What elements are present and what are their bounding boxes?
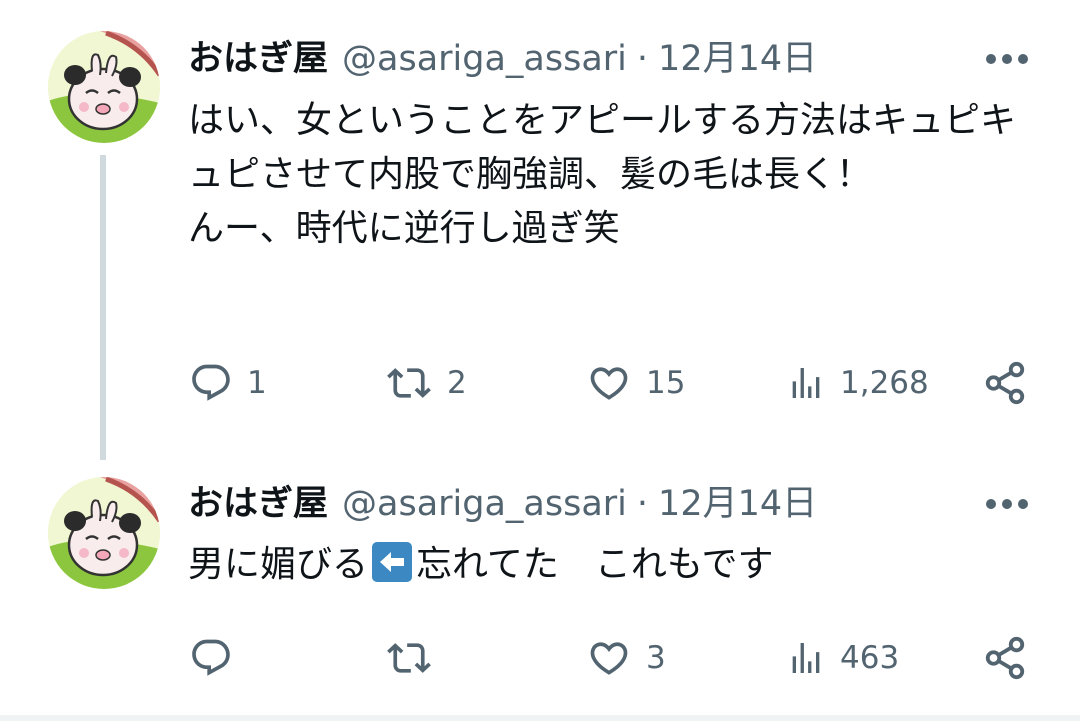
retweet-button[interactable]: 2 (385, 353, 467, 413)
avatar[interactable] (48, 477, 160, 589)
tweet-text: 男に媚びる 忘れてた これもです (188, 538, 1048, 592)
avatar[interactable] (48, 31, 160, 143)
tweet-text: はい、女ということをアピールする方法はキュピキュピさせて内股で胸強調、髪の毛は長… (188, 100, 1017, 249)
reply-button[interactable] (189, 628, 247, 688)
tweet-text-after: 忘れてた これもです (416, 544, 774, 585)
retweet-button[interactable] (385, 628, 447, 688)
like-count: 3 (646, 640, 666, 676)
action-bar: 3 463 (0, 628, 1080, 688)
like-icon (590, 367, 628, 400)
tweet[interactable]: おはぎ屋 @asariga_assari · 12月14日 はい、女ということを… (0, 0, 1080, 460)
like-button[interactable]: 3 (586, 628, 666, 688)
share-icon (985, 636, 1025, 680)
user-handle[interactable]: @asariga_assari (342, 479, 627, 529)
retweet-count: 2 (447, 365, 467, 401)
view-count: 1,268 (840, 365, 929, 401)
retweet-icon (387, 643, 431, 673)
views-button[interactable]: 1,268 (786, 353, 929, 413)
tweet[interactable]: おはぎ屋 @asariga_assari · 12月14日 男に媚びる 忘れてた … (0, 460, 1080, 715)
tweet-date[interactable]: 12月14日 (658, 34, 817, 84)
like-button[interactable]: 15 (586, 353, 685, 413)
share-icon (985, 361, 1025, 405)
like-count: 15 (646, 365, 686, 401)
views-button[interactable]: 463 (786, 628, 899, 688)
reply-button[interactable]: 1 (189, 353, 267, 413)
retweet-icon (387, 368, 431, 398)
user-handle[interactable]: @asariga_assari (342, 34, 627, 84)
share-button[interactable] (982, 353, 1028, 413)
display-name[interactable]: おはぎ屋 (188, 34, 328, 84)
left-arrow-emoji-icon (372, 542, 413, 582)
bottom-divider (0, 715, 1080, 721)
more-icon[interactable] (982, 479, 1032, 529)
more-icon[interactable] (982, 34, 1032, 84)
view-count: 463 (840, 640, 900, 676)
thread-line (100, 155, 106, 460)
separator-dot: · (636, 39, 649, 79)
reply-count: 1 (247, 365, 267, 401)
reply-icon (192, 639, 230, 676)
reply-icon (192, 364, 230, 401)
tweet-text-before: 男に媚びる (188, 544, 369, 585)
action-bar: 1 2 15 1,268 (0, 353, 1080, 413)
share-button[interactable] (982, 628, 1028, 688)
like-icon (590, 642, 628, 675)
separator-dot: · (636, 484, 649, 524)
views-icon (792, 643, 820, 673)
tweet-header: おはぎ屋 @asariga_assari · 12月14日 (188, 34, 817, 84)
tweet-header: おはぎ屋 @asariga_assari · 12月14日 (188, 479, 817, 529)
views-icon (792, 368, 820, 398)
display-name[interactable]: おはぎ屋 (188, 479, 328, 529)
tweet-date[interactable]: 12月14日 (658, 479, 817, 529)
